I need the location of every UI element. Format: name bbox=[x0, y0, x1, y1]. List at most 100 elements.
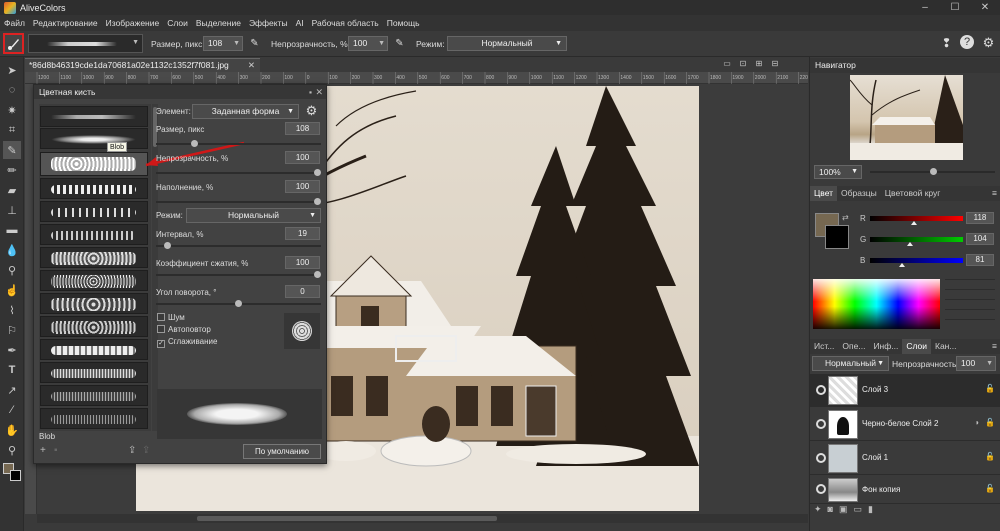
size-input[interactable]: 108 ▼ bbox=[203, 36, 243, 51]
liquify-tool-icon[interactable]: ⌇ bbox=[3, 301, 21, 319]
panel-mode-select[interactable]: Нормальный ▼ bbox=[186, 208, 321, 223]
brush-preset-item[interactable] bbox=[40, 339, 148, 360]
param-roundness-slider[interactable] bbox=[156, 271, 321, 278]
doc-minimize-icon[interactable]: ▭ bbox=[720, 59, 734, 71]
brush-preset-item-blob[interactable] bbox=[40, 152, 148, 176]
eyedropper-tool-icon[interactable]: ⁄ bbox=[3, 401, 21, 419]
delete-brush-icon[interactable]: ▪ bbox=[54, 445, 58, 456]
brush-preset-item[interactable] bbox=[40, 362, 148, 383]
layer-row[interactable]: Фон копия 🔓 bbox=[810, 476, 1000, 504]
minimize-icon[interactable]: – bbox=[910, 0, 940, 15]
brush-preset-item[interactable] bbox=[40, 106, 148, 127]
auto-repeat-checkbox[interactable]: Автоповтор bbox=[157, 325, 211, 334]
param-fill-value[interactable]: 100 bbox=[285, 180, 320, 193]
layer-blend-mode-select[interactable]: Нормальный ▼ bbox=[812, 356, 889, 371]
blend-mode-select[interactable]: Нормальный ▼ bbox=[447, 36, 567, 51]
menu-image[interactable]: Изображение bbox=[102, 18, 164, 28]
param-opacity-value[interactable]: 100 bbox=[285, 151, 320, 164]
close-doc-icon[interactable]: ✕ bbox=[248, 59, 255, 72]
tab-info[interactable]: Инф... bbox=[869, 339, 902, 354]
lock-icon[interactable]: 🔓 bbox=[985, 384, 995, 393]
layer-opacity-input[interactable]: 100 ▼ bbox=[956, 356, 996, 371]
settings-gear-icon[interactable]: ⚙ bbox=[981, 35, 996, 50]
element-select[interactable]: Заданная форма ▼ bbox=[192, 104, 299, 119]
brush-preset-item[interactable] bbox=[40, 128, 148, 149]
visibility-eye-icon[interactable] bbox=[816, 453, 826, 463]
brush-preset-item[interactable] bbox=[40, 408, 148, 429]
pin-icon[interactable]: ▪ bbox=[309, 85, 312, 99]
magic-wand-tool-icon[interactable]: ✷ bbox=[3, 101, 21, 119]
pen-tool-icon[interactable]: ✒ bbox=[3, 341, 21, 359]
brush-preset-item[interactable] bbox=[40, 316, 148, 337]
smudge-tool-icon[interactable]: ☝ bbox=[3, 281, 21, 299]
lock-icon[interactable]: 🔓 bbox=[985, 484, 995, 493]
default-button[interactable]: По умолчанию bbox=[243, 444, 321, 459]
param-angle-slider[interactable] bbox=[156, 300, 321, 307]
horizontal-scrollbar[interactable] bbox=[37, 514, 808, 523]
pencil-tool-icon[interactable]: ✏ bbox=[3, 161, 21, 179]
noise-checkbox[interactable]: Шум bbox=[157, 313, 185, 322]
channel-marker[interactable] bbox=[911, 221, 918, 225]
blur-tool-icon[interactable]: 💧 bbox=[3, 241, 21, 259]
close-icon[interactable]: ✕ bbox=[970, 0, 1000, 15]
channel-r-slider[interactable] bbox=[870, 216, 963, 225]
layer-mask-icon[interactable]: ◙ bbox=[828, 504, 833, 518]
tab-layers[interactable]: Слои bbox=[902, 339, 931, 354]
layer-row[interactable]: Слой 1 🔓 bbox=[810, 442, 1000, 475]
document-tab[interactable]: *86d8b46319cde1da70681a02e1132c1352f7f08… bbox=[25, 58, 260, 72]
doc-tile-icon[interactable]: ⊟ bbox=[768, 59, 782, 71]
brush-tool-icon[interactable]: ✎ bbox=[3, 141, 21, 159]
zoom-select[interactable]: 100% ▼ bbox=[814, 165, 862, 179]
tab-channels[interactable]: Кан... bbox=[931, 339, 960, 354]
menu-help[interactable]: Помощь bbox=[383, 18, 424, 28]
new-group-icon[interactable]: ▣ bbox=[839, 504, 848, 518]
navigator-thumbnail[interactable] bbox=[850, 75, 963, 160]
menu-select[interactable]: Выделение bbox=[192, 18, 245, 28]
visibility-eye-icon[interactable] bbox=[816, 385, 826, 395]
param-size-slider[interactable] bbox=[156, 140, 321, 147]
zoom-slider[interactable] bbox=[870, 168, 995, 175]
stamp-tool-icon[interactable]: ⊥ bbox=[3, 201, 21, 219]
brush-preset-item[interactable] bbox=[40, 293, 148, 314]
param-opacity-slider[interactable] bbox=[156, 169, 321, 176]
tab-operations[interactable]: Опе... bbox=[838, 339, 869, 354]
brush-preset-picker[interactable]: ▼ bbox=[28, 34, 143, 53]
param-spacing-slider[interactable] bbox=[156, 242, 321, 249]
channel-marker[interactable] bbox=[906, 242, 913, 246]
visibility-eye-icon[interactable] bbox=[816, 419, 826, 429]
ellipse-select-tool-icon[interactable]: ◌ bbox=[3, 81, 21, 99]
smoothing-checkbox[interactable]: ✓ Сглаживание bbox=[157, 337, 217, 348]
param-spacing-value[interactable]: 19 bbox=[285, 227, 320, 240]
background-color-swatch[interactable] bbox=[10, 470, 21, 481]
param-roundness-value[interactable]: 100 bbox=[285, 256, 320, 269]
pen-pressure-opacity-icon[interactable]: ✎ bbox=[392, 36, 407, 51]
menu-layers[interactable]: Слои bbox=[163, 18, 192, 28]
delete-layer-icon[interactable]: ▮ bbox=[868, 504, 873, 518]
channel-b-value[interactable]: 81 bbox=[966, 254, 994, 266]
maximize-icon[interactable]: ☐ bbox=[940, 0, 970, 15]
brush-preset-item[interactable] bbox=[40, 178, 148, 199]
import-brush-icon[interactable]: ⇪ bbox=[142, 445, 150, 456]
swap-colors-icon[interactable]: ⇄ bbox=[842, 213, 849, 222]
lock-icon[interactable]: 🔓 bbox=[985, 418, 995, 427]
eraser-tool-icon[interactable]: ▰ bbox=[3, 181, 21, 199]
visibility-eye-icon[interactable] bbox=[816, 484, 826, 494]
brush-preset-item[interactable] bbox=[40, 385, 148, 406]
doc-fit-icon[interactable]: ⊡ bbox=[736, 59, 750, 71]
retouch-tool-icon[interactable]: ⚐ bbox=[3, 321, 21, 339]
current-tool-brush-icon[interactable] bbox=[3, 33, 24, 54]
brush-preset-item[interactable] bbox=[40, 247, 148, 268]
lock-icon[interactable]: 🔓 bbox=[985, 452, 995, 461]
menu-effects[interactable]: Эффекты bbox=[245, 18, 292, 28]
color-menu-icon[interactable]: ≡ bbox=[988, 186, 1000, 201]
zoom-tool-icon[interactable]: ⚲ bbox=[3, 441, 21, 459]
add-brush-icon[interactable]: + bbox=[40, 445, 46, 456]
bg-color-swatch[interactable] bbox=[825, 225, 849, 249]
menu-edit[interactable]: Редактирование bbox=[29, 18, 102, 28]
help-icon[interactable]: ? bbox=[960, 35, 974, 49]
brush-preset-item[interactable] bbox=[40, 270, 148, 291]
layer-row[interactable]: Слой 3 🔓 bbox=[810, 374, 1000, 407]
hand-tool-icon[interactable]: ✋ bbox=[3, 421, 21, 439]
opacity-input[interactable]: 100 ▼ bbox=[348, 36, 388, 51]
layer-effects-icon[interactable]: ✦ bbox=[814, 504, 822, 518]
